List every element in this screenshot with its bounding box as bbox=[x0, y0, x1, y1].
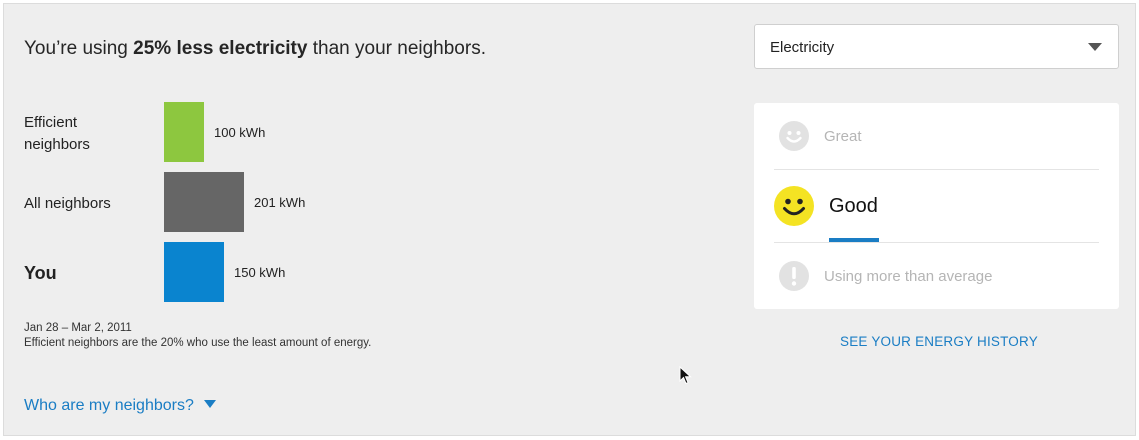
energy-history-link[interactable]: SEE YOUR ENERGY HISTORY bbox=[840, 334, 1038, 349]
smiley-icon bbox=[774, 186, 814, 226]
all-neighbors-label: All neighbors bbox=[24, 195, 111, 212]
you-label: You bbox=[24, 263, 57, 283]
rating-more-than-average-label: Using more than average bbox=[824, 268, 993, 285]
date-range: Jan 28 – Mar 2, 2011 bbox=[24, 322, 132, 334]
fuel-type-select[interactable]: Electricity bbox=[754, 24, 1119, 69]
all-neighbors-value: 201 kWh bbox=[254, 195, 306, 210]
neighbor-comparison-card: You’re using 25% less electricity than y… bbox=[3, 3, 1136, 436]
smiley-icon bbox=[779, 121, 809, 151]
fuel-type-value: Electricity bbox=[770, 39, 835, 56]
who-are-my-neighbors-link[interactable]: Who are my neighbors? bbox=[24, 397, 216, 415]
rating-good-label: Good bbox=[829, 195, 878, 217]
mouse-pointer-icon bbox=[679, 366, 692, 385]
caret-down-icon bbox=[203, 399, 216, 408]
headline-emphasis: 25% less electricity bbox=[133, 38, 308, 59]
you-value: 150 kWh bbox=[234, 265, 286, 280]
efficient-neighbors-label: Efficient neighbors bbox=[24, 114, 90, 153]
headline-prefix: You’re using bbox=[24, 38, 134, 59]
rating-more-than-average: Using more than average bbox=[774, 260, 1099, 292]
headline: You’re using 25% less electricity than y… bbox=[24, 38, 486, 60]
all-neighbors-bar bbox=[164, 172, 244, 232]
efficient-neighbors-value: 100 kWh bbox=[214, 125, 266, 140]
efficient-neighbors-bar bbox=[164, 102, 204, 162]
footnote: Efficient neighbors are the 20% who use … bbox=[24, 337, 372, 349]
rating-good: Good bbox=[774, 185, 1099, 227]
rating-panel: Great Good Using more than average bbox=[754, 103, 1119, 309]
who-link-label: Who are my neighbors? bbox=[24, 397, 194, 414]
headline-suffix: than your neighbors. bbox=[307, 38, 486, 59]
rating-great-label: Great bbox=[824, 128, 862, 145]
rating-divider bbox=[774, 242, 1099, 243]
exclamation-icon bbox=[779, 261, 809, 291]
rating-great: Great bbox=[774, 120, 1099, 152]
you-bar bbox=[164, 242, 224, 302]
chevron-down-icon bbox=[1088, 43, 1102, 51]
rating-divider bbox=[774, 169, 1099, 170]
